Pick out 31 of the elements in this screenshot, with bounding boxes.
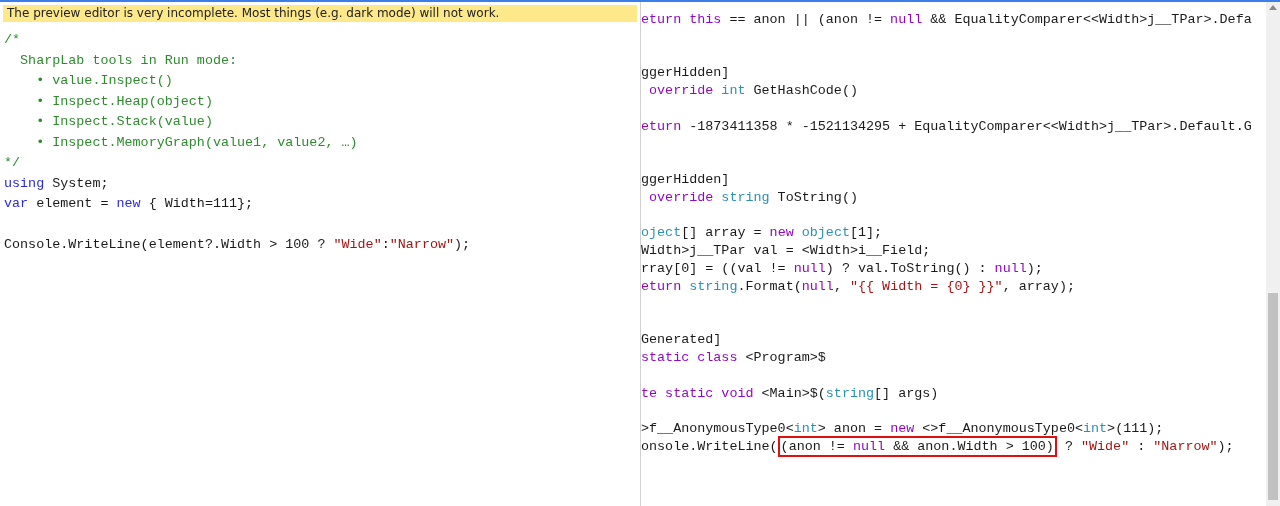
code-line: >f__AnonymousType0<int> anon = new <>f__AnonymousType0<int>(111); xyxy=(641,420,1165,438)
code-line: • Inspect.Stack(value) xyxy=(35,113,214,131)
code-line: static class <Program>$ xyxy=(641,348,827,367)
code-line: Console.WriteLine(element?.Width > 100 ? "Wide":"Narrow"); xyxy=(4,236,472,254)
code-line: eturn -1873411358 * -1521134295 + EqualityComparer<<Width>j__TPar>.Default.G xyxy=(641,117,1253,136)
scrollbar-thumb[interactable] xyxy=(1268,293,1278,500)
code-line: te static void <Main>$(string[] args) xyxy=(641,384,940,403)
code-text: ? "Wide" : "Narrow"); xyxy=(1063,438,1234,454)
code-line: SharpLab tools in Run mode: xyxy=(19,51,239,70)
code-line: /* xyxy=(4,31,22,49)
code-line: Generated] xyxy=(641,331,723,349)
code-line: eturn this == anon || (anon != null && EqualityComparer<<Width>j__TPar>.Defa xyxy=(641,10,1253,29)
code-line: var element = new { Width=111}; xyxy=(4,195,255,213)
code-line: • Inspect.Heap(object) xyxy=(35,92,214,111)
code-line: rray[0] = ((val != null) ? val.ToString() : null); xyxy=(641,259,1044,278)
up-arrow-icon[interactable] xyxy=(1269,5,1277,10)
code-line: • Inspect.MemoryGraph(value1, value2, …) xyxy=(35,133,359,152)
code-line: using System; xyxy=(4,174,110,193)
code-line: Width>j__TPar val = <Width>i__Field; xyxy=(641,242,932,260)
highlighted-code: (anon != null && anon.Width > 100) xyxy=(777,435,1057,457)
scrollbar[interactable] xyxy=(1266,2,1280,506)
code-line: ggerHidden] xyxy=(641,64,731,82)
code-line: eturn string.Format(null, "{{ Width = {0} }}", array); xyxy=(641,277,1076,296)
code-text: onsole.WriteLine( xyxy=(641,438,778,454)
code-line: */ xyxy=(4,154,22,172)
code-line: override string ToString() xyxy=(648,188,859,207)
code-line: ggerHidden] xyxy=(641,170,731,189)
code-line: • value.Inspect() xyxy=(35,72,174,90)
warning-banner: The preview editor is very incomplete. Most things (e.g. dark mode) will not work. xyxy=(3,5,637,22)
code-line: override int GetHashCode() xyxy=(648,82,859,100)
code-line: oject[] array = new object[1]; xyxy=(641,224,884,243)
